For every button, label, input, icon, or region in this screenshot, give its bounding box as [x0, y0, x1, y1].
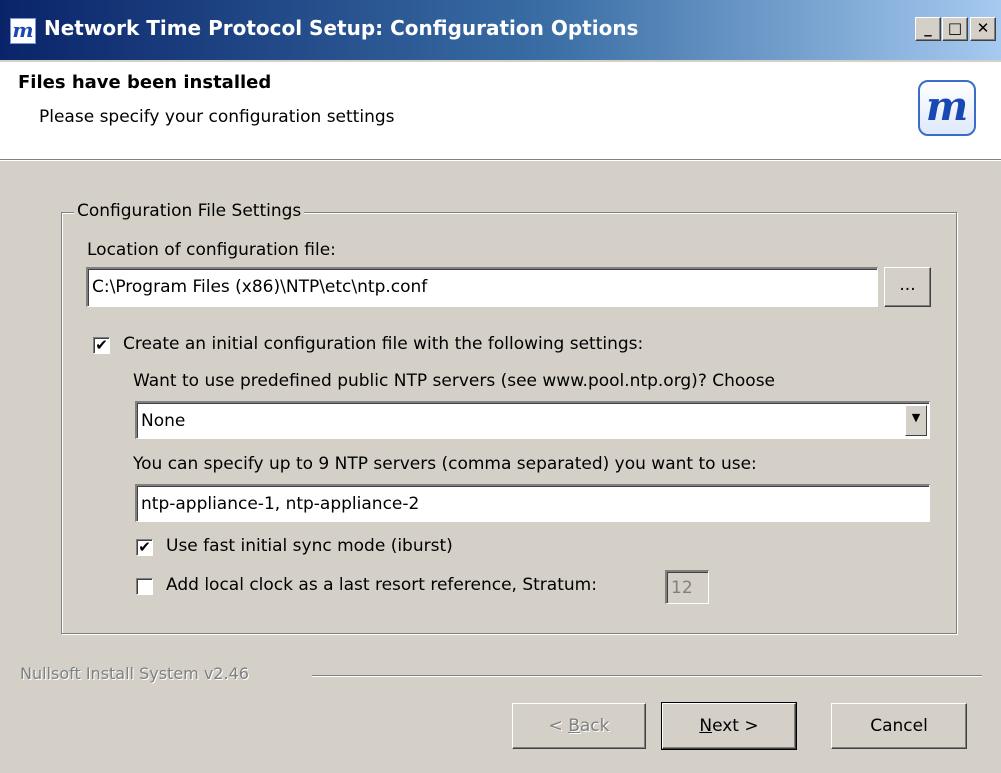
pool-select[interactable]: None ▼	[135, 401, 930, 439]
servers-input[interactable]: ntp-appliance-1, ntp-appliance-2	[135, 484, 930, 522]
chevron-down-icon[interactable]: ▼	[905, 405, 927, 436]
check-icon: ✔	[138, 538, 151, 556]
next-button[interactable]: Next >	[661, 702, 797, 750]
cancel-button[interactable]: Cancel	[831, 703, 967, 749]
create-config-label: Create an initial configuration file wit…	[123, 334, 644, 354]
title-bar: m Network Time Protocol Setup: Configura…	[0, 0, 1001, 62]
minimize-button[interactable]: _	[915, 17, 941, 41]
page-subtitle: Please specify your configuration settin…	[39, 107, 395, 127]
close-button[interactable]: ✕	[970, 17, 996, 41]
nsis-brand-label: Nullsoft Install System v2.46	[20, 664, 249, 683]
pool-selected-value: None	[141, 411, 186, 431]
location-label: Location of configuration file:	[87, 240, 336, 260]
config-path-input[interactable]: C:\Program Files (x86)\NTP\etc\ntp.conf	[86, 267, 878, 307]
header-banner: Files have been installed Please specify…	[0, 62, 1001, 161]
window-title: Network Time Protocol Setup: Configurati…	[44, 16, 639, 40]
back-button[interactable]: < Back	[512, 703, 646, 749]
browse-button[interactable]: ...	[884, 267, 931, 307]
maximize-button[interactable]: □	[942, 17, 968, 41]
page-title: Files have been installed	[18, 72, 272, 93]
servers-label: You can specify up to 9 NTP servers (com…	[133, 454, 757, 474]
local-clock-label: Add local clock as a last resort referen…	[166, 575, 597, 595]
iburst-label: Use fast initial sync mode (iburst)	[166, 536, 453, 556]
pool-label: Want to use predefined public NTP server…	[133, 371, 776, 391]
iburst-checkbox[interactable]: ✔	[136, 539, 153, 556]
app-icon[interactable]: m	[10, 18, 36, 44]
stratum-input[interactable]: 12	[665, 570, 709, 604]
check-icon: ✔	[95, 336, 108, 354]
create-config-checkbox[interactable]: ✔	[93, 337, 110, 354]
footer-divider	[312, 675, 982, 677]
groupbox-label: Configuration File Settings	[74, 201, 305, 221]
nsis-logo-icon: m	[918, 80, 976, 136]
local-clock-checkbox[interactable]	[136, 578, 153, 595]
